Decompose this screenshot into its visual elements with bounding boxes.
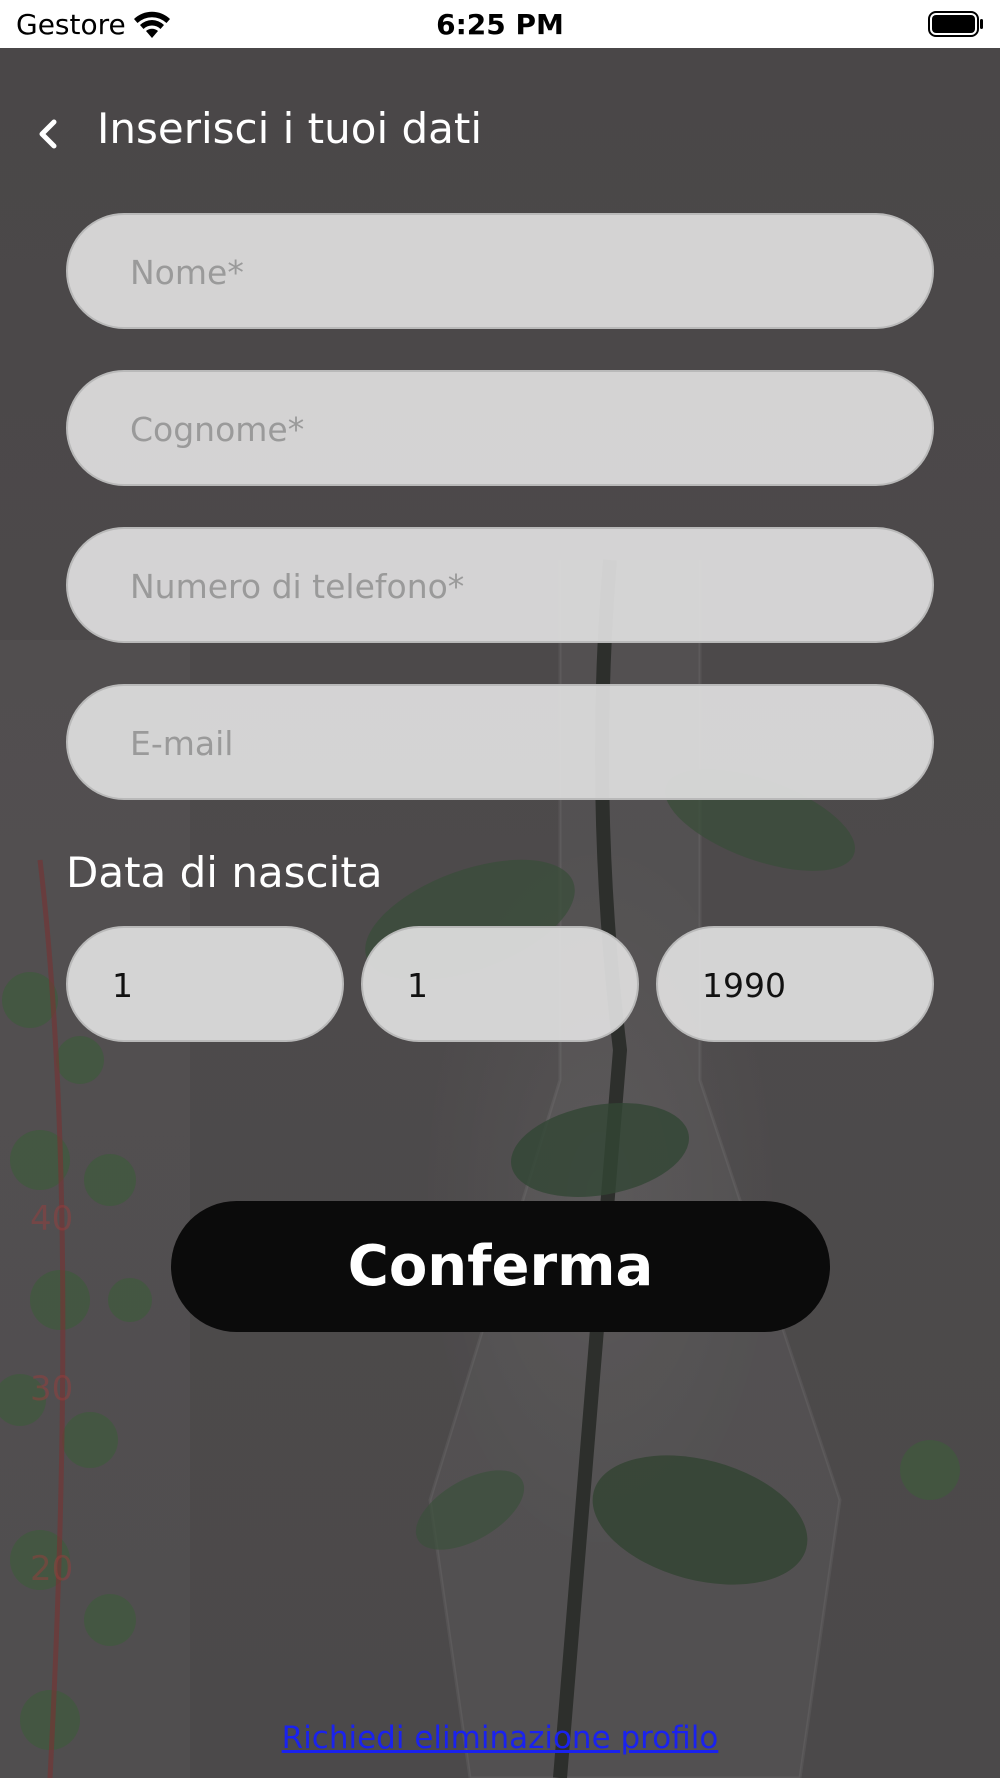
phone-input[interactable]: Numero di telefono* — [66, 527, 934, 643]
last-name-placeholder: Cognome* — [130, 410, 305, 449]
back-chevron-icon[interactable] — [30, 112, 66, 156]
page-title: Inserisci i tuoi dati — [97, 104, 483, 153]
battery-icon — [928, 11, 983, 37]
svg-text:40: 40 — [30, 1199, 73, 1239]
first-name-input[interactable]: Nome* — [66, 213, 934, 329]
confirm-button[interactable]: Conferma — [171, 1201, 830, 1332]
birth-month-select[interactable]: 1 — [361, 926, 639, 1042]
status-bar: Gestore 6:25 PM — [0, 0, 1000, 48]
birth-day-select[interactable]: 1 — [66, 926, 344, 1042]
svg-text:20: 20 — [30, 1549, 73, 1589]
delete-profile-link[interactable]: Richiedi eliminazione profilo — [0, 1720, 1000, 1756]
birth-year-select[interactable]: 1990 — [656, 926, 934, 1042]
email-input[interactable]: E-mail — [66, 684, 934, 800]
phone-placeholder: Numero di telefono* — [130, 567, 465, 606]
birth-date-label: Data di nascita — [66, 848, 383, 897]
birth-year-value: 1990 — [702, 966, 786, 1005]
birth-day-value: 1 — [112, 966, 133, 1005]
birth-month-value: 1 — [407, 966, 428, 1005]
svg-text:30: 30 — [30, 1369, 73, 1409]
last-name-input[interactable]: Cognome* — [66, 370, 934, 486]
email-placeholder: E-mail — [130, 724, 234, 763]
status-time: 6:25 PM — [436, 8, 564, 41]
first-name-placeholder: Nome* — [130, 253, 244, 292]
